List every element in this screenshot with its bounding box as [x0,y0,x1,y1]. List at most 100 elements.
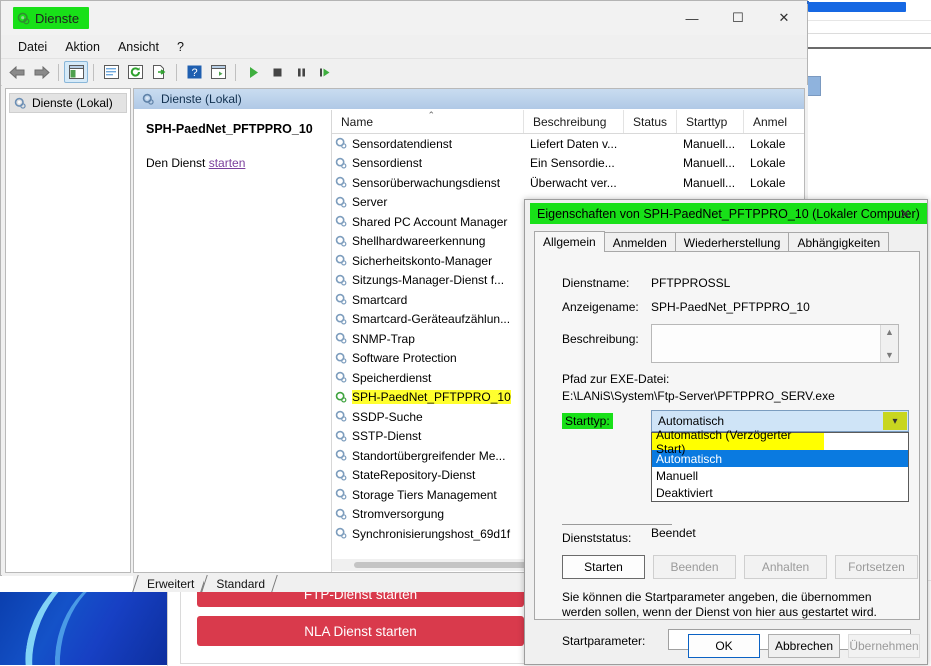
background-right-panel [805,49,931,199]
start-service-icon[interactable] [241,61,265,83]
cell-service-name: SNMP-Trap [332,329,524,349]
description-textarea[interactable]: ▲ ▼ [651,324,899,363]
stop-service-icon[interactable] [265,61,289,83]
exe-path-value: E:\LANiS\System\Ftp-Server\PFTPPRO_SERV.… [562,389,835,403]
description-scrollbar[interactable]: ▲ ▼ [880,325,898,362]
scroll-down-arrow-icon[interactable]: ▼ [885,348,894,362]
gear-services-icon [335,293,348,306]
cancel-button[interactable]: Abbrechen [768,634,840,658]
toolbar: ? [1,59,807,86]
cell-service-name: Sensordienst [332,154,524,174]
service-status-value: Beendet [651,526,696,540]
help-icon[interactable]: ? [182,61,206,83]
table-row[interactable]: Sensordatendienst Liefert Daten v... Manue… [332,134,804,154]
tree-item-dienste-lokal[interactable]: Dienste (Lokal) [9,93,127,113]
column-header-logon[interactable]: Anmel [744,110,804,133]
tree-item-label: Dienste (Lokal) [32,96,113,110]
table-row[interactable]: Sensorüberwachungsdienst Überwacht ver...… [332,173,804,193]
properties-icon[interactable] [99,61,123,83]
gear-services-icon [335,254,348,267]
restart-service-icon[interactable] [313,61,337,83]
gear-services-icon [142,93,155,106]
starttype-dropdown-list[interactable]: Automatisch (Verzögerter Start) Automati… [651,428,909,502]
export-list-icon[interactable] [147,61,171,83]
tab-standard[interactable]: Standard [204,575,276,592]
service-name-text: Sensorüberwachungsdienst [352,175,501,190]
starttype-label: Starttyp: [562,413,613,429]
service-info-panel: SPH-PaedNet_PFTPPRO_10 Den Dienst starte… [134,110,331,572]
gear-services-icon [335,235,348,248]
gear-services-icon [335,527,348,540]
service-action-text: Den Dienst starten [146,156,321,170]
pause-service-icon[interactable] [289,61,313,83]
dropdown-option-deaktiviert[interactable]: Deaktiviert [652,484,908,501]
back-arrow-icon[interactable] [5,61,29,83]
tab-erweitert[interactable]: Erweitert [135,575,205,592]
minimize-button[interactable]: — [669,1,715,35]
dropdown-option-automatisch-verzoegert[interactable]: Automatisch (Verzögerter Start) [652,428,824,456]
properties-title-highlight: Eigenschaften von SPH-PaedNet_PFTPPRO_10… [530,203,927,224]
cell-service-name: Software Protection [332,349,524,369]
chevron-down-icon[interactable]: ▾ [883,412,907,430]
cell-service-name: Sensorüberwachungsdienst [332,173,524,193]
scroll-up-arrow-icon[interactable]: ▲ [885,325,894,339]
new-window-icon[interactable] [206,61,230,83]
toolbar-separator-1 [58,63,59,81]
close-button[interactable]: ✕ [761,1,807,35]
menu-datei[interactable]: Datei [9,37,56,57]
display-name-value: SPH-PaedNet_PFTPPRO_10 [651,300,810,314]
service-name-text: Sensordienst [352,156,423,171]
cell-description: Ein Sensordie... [530,156,615,171]
display-name-label: Anzeigename: [562,300,639,314]
cell-starttype: Manuell... [683,136,736,151]
gear-services-icon [335,391,348,404]
menu-help[interactable]: ? [168,37,193,57]
gear-services-icon [335,488,348,501]
gear-services-icon [335,508,348,521]
dropdown-option-manuell[interactable]: Manuell [652,467,908,484]
gear-services-icon [335,274,348,287]
table-row[interactable]: Sensordienst Ein Sensordie... Manuell... Lo… [332,154,804,174]
column-header-description[interactable]: Beschreibung [524,110,624,133]
start-button[interactable]: Starten [562,555,645,579]
cell-service-name: Standortübergreifender Me... [332,446,524,466]
cell-service-name: Shellhardwareerkennung [332,232,524,252]
properties-tabstrip: Allgemein Anmelden Wiederherstellung Abh… [534,231,920,252]
tab-allgemein[interactable]: Allgemein [534,231,605,252]
show-tree-icon[interactable] [64,61,88,83]
cell-logon: Lokale [750,175,786,190]
properties-close-button[interactable]: ✕ [883,200,927,228]
tab-wiederherstellung[interactable]: Wiederherstellung [674,232,790,252]
start-service-link[interactable]: starten [209,156,246,170]
service-status-label: Dienststatus: [562,531,632,545]
cell-service-name: Sitzungs-Manager-Dienst f... [332,271,524,291]
pause-button: Anhalten [744,555,827,579]
cell-description: Liefert Daten v... [530,136,618,151]
nla-service-start-button[interactable]: NLA Dienst starten [197,616,524,646]
toolbar-separator-4 [235,63,236,81]
ok-button[interactable]: OK [688,634,760,658]
column-header-name[interactable]: ⌃ Name [332,110,524,133]
exe-path-label: Pfad zur EXE-Datei: [562,372,670,386]
maximize-button[interactable]: ☐ [715,1,761,35]
service-name-text: SNMP-Trap [352,331,415,346]
cell-status [624,134,677,154]
column-header-status[interactable]: Status [624,110,677,133]
service-name-text: Standortübergreifender Me... [352,448,506,463]
menu-aktion[interactable]: Aktion [56,37,109,57]
window-title-text: Dienste [35,10,80,26]
refresh-icon[interactable] [123,61,147,83]
menu-ansicht[interactable]: Ansicht [109,37,168,57]
tab-anmelden[interactable]: Anmelden [603,232,676,252]
service-name-text: Shared PC Account Manager [352,214,508,229]
cell-service-name: SPH-PaedNet_PFTPPRO_10 [332,388,524,408]
forward-arrow-icon[interactable] [29,61,53,83]
tab-abhaengigkeiten[interactable]: Abhängigkeiten [788,232,890,252]
list-column-headers: ⌃ Name Beschreibung Status Starttyp Anme… [332,110,804,134]
gear-services-icon [335,410,348,423]
column-header-starttype[interactable]: Starttyp [677,110,744,133]
service-action-prefix: Den Dienst [146,156,209,170]
toolbar-separator-3 [176,63,177,81]
cell-status [624,154,677,174]
cell-logon: Lokale [750,136,786,151]
